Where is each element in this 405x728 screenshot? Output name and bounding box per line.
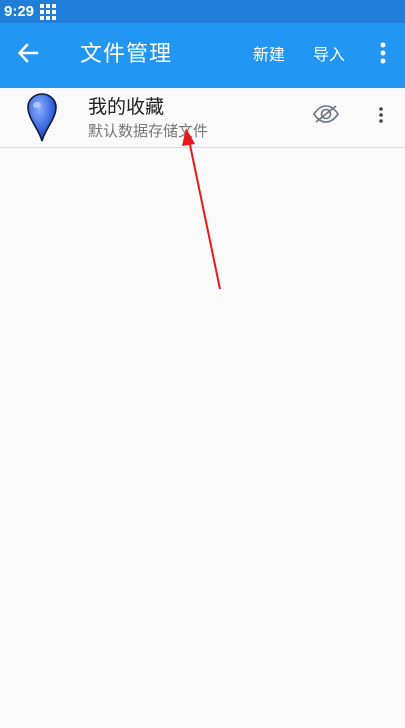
status-time: 9:29 <box>4 3 35 20</box>
page-title: 文件管理 <box>80 42 173 67</box>
map-pin-icon <box>26 93 58 143</box>
new-button[interactable]: 新建 <box>253 45 285 65</box>
back-button[interactable] <box>10 37 46 73</box>
eye-off-icon <box>312 104 340 128</box>
more-vertical-icon <box>379 107 383 127</box>
file-title: 我的收藏 <box>88 96 165 118</box>
more-vertical-icon <box>380 42 386 68</box>
grid-icon <box>40 3 57 20</box>
file-menu-button[interactable] <box>372 101 390 133</box>
import-button[interactable]: 导入 <box>313 45 345 65</box>
app-bar: 文件管理 新建 导入 <box>0 23 405 88</box>
overflow-menu-button[interactable] <box>370 37 396 73</box>
file-list: 我的收藏 默认数据存储文件 <box>0 88 405 148</box>
visibility-toggle-button[interactable] <box>311 105 341 127</box>
list-item[interactable]: 我的收藏 默认数据存储文件 <box>0 88 405 148</box>
arrow-left-icon <box>17 42 39 68</box>
file-manager-screen: 9:29 文件管理 新建 导入 我的收藏 默认数据存储文件 <box>0 0 405 728</box>
file-subtitle: 默认数据存储文件 <box>88 122 209 140</box>
status-bar: 9:29 <box>0 0 405 23</box>
